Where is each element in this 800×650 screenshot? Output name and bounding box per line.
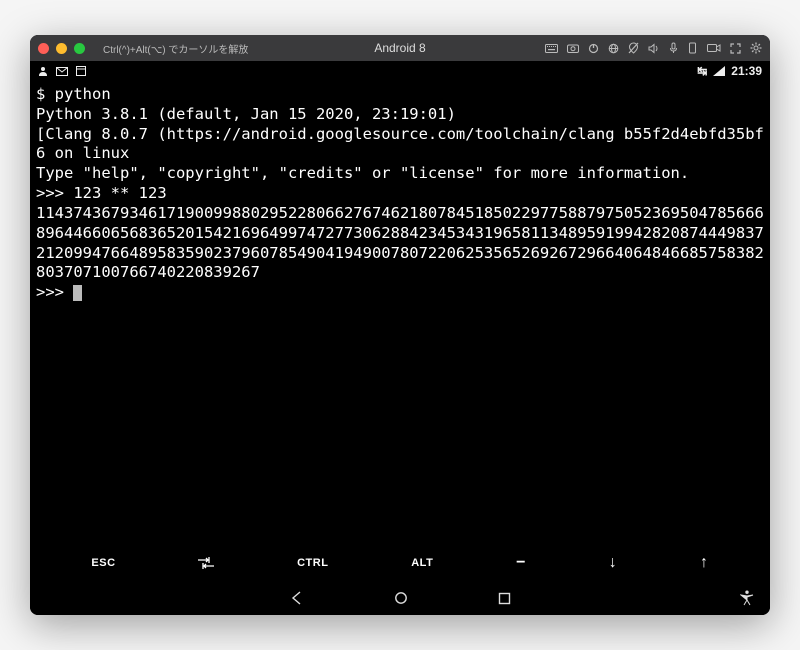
- location-off-icon[interactable]: [628, 42, 639, 54]
- emulator-window: Ctrl(^)+Alt(⌥) でカーソルを解放 Android 8: [30, 35, 770, 615]
- terminal-line: [Clang 8.0.7 (https://android.googlesour…: [36, 125, 764, 165]
- titlebar-hint: Ctrl(^)+Alt(⌥) でカーソルを解放: [103, 41, 248, 56]
- terminal-prompt: >>>: [36, 283, 764, 303]
- key-ctrl[interactable]: CTRL: [287, 551, 338, 575]
- key-up[interactable]: ↑: [690, 548, 719, 578]
- globe-icon[interactable]: [608, 43, 619, 54]
- terminal-line: Python 3.8.1 (default, Jan 15 2020, 23:1…: [36, 105, 764, 125]
- mic-icon[interactable]: [669, 42, 678, 54]
- data-icon: ↹: [697, 64, 707, 78]
- android-status-bar: ↹ 21:39: [30, 61, 770, 81]
- settings-icon[interactable]: [750, 42, 762, 54]
- android-navbar: [30, 581, 770, 615]
- clock-time: 21:39: [731, 64, 762, 78]
- record-icon[interactable]: [707, 43, 721, 53]
- nav-recents[interactable]: [498, 592, 511, 605]
- notification-person-icon: [38, 66, 48, 76]
- terminal-line: $ python: [36, 85, 764, 105]
- key-tab[interactable]: [188, 551, 224, 575]
- terminal-line: 1143743679346171900998802952280662767462…: [36, 204, 764, 283]
- minimize-button[interactable]: [56, 43, 67, 54]
- zoom-button[interactable]: [74, 43, 85, 54]
- notification-window-icon: [76, 66, 86, 76]
- titlebar-toolbar: [545, 42, 762, 54]
- nav-back[interactable]: [290, 591, 304, 605]
- signal-icon: [713, 66, 725, 76]
- volume-icon[interactable]: [648, 43, 660, 54]
- key-esc[interactable]: ESC: [81, 551, 125, 575]
- nav-accessibility-icon[interactable]: [740, 590, 754, 606]
- nav-home[interactable]: [394, 591, 408, 605]
- camera-icon[interactable]: [567, 43, 579, 53]
- terminal-line: Type "help", "copyright", "credits" or "…: [36, 164, 764, 184]
- power-icon[interactable]: [588, 43, 599, 54]
- traffic-lights: [38, 43, 85, 54]
- titlebar: Ctrl(^)+Alt(⌥) でカーソルを解放 Android 8: [30, 35, 770, 61]
- close-button[interactable]: [38, 43, 49, 54]
- rotate-icon[interactable]: [687, 42, 698, 54]
- terminal-line: >>> 123 ** 123: [36, 184, 764, 204]
- keyboard-icon[interactable]: [545, 44, 558, 53]
- extra-keys-row: ESC CTRL ALT − ↓ ↑: [30, 543, 770, 581]
- expand-icon[interactable]: [730, 43, 741, 54]
- key-alt[interactable]: ALT: [401, 551, 443, 575]
- key-minus[interactable]: −: [506, 548, 536, 578]
- terminal-view[interactable]: $ python Python 3.8.1 (default, Jan 15 2…: [30, 81, 770, 543]
- notification-mail-icon: [56, 67, 68, 76]
- titlebar-title: Android 8: [374, 41, 425, 55]
- key-down[interactable]: ↓: [599, 548, 628, 578]
- cursor: [73, 285, 82, 301]
